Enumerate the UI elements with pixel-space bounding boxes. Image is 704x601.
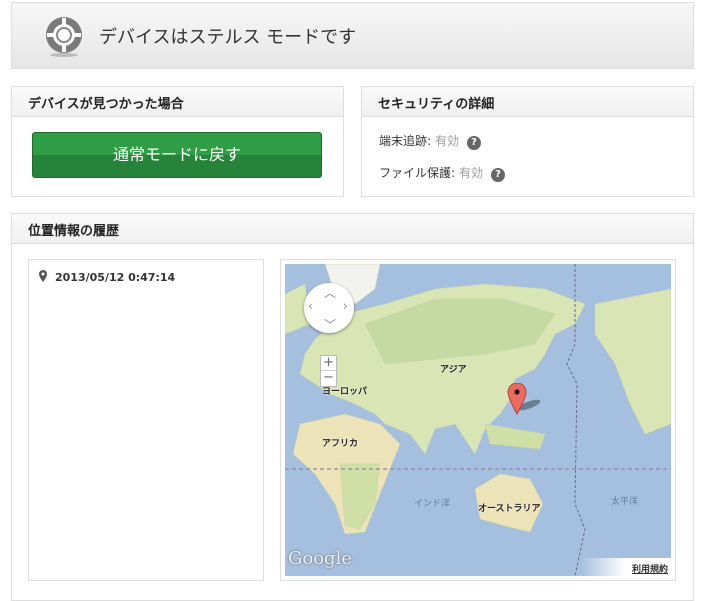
- row-label: ファイル保護:: [379, 166, 456, 180]
- pan-left-icon[interactable]: ‹: [308, 299, 313, 313]
- world-map[interactable]: アジア ヨーロッパ アフリカ インド洋 オーストラリア 太平洋 ︿ ﹀ ‹ › …: [285, 264, 671, 576]
- pan-down-icon[interactable]: ﹀: [324, 316, 336, 333]
- timestamp: 2013/05/12 0:47:14: [55, 271, 176, 284]
- list-item[interactable]: 2013/05/12 0:47:14: [39, 270, 175, 284]
- file-protection-row: ファイル保護: 有効?: [379, 164, 506, 182]
- tracking-row: 端末追跡: 有効?: [379, 132, 482, 150]
- security-details-panel: セキュリティの詳細 端末追跡: 有効? ファイル保護: 有効?: [361, 86, 694, 197]
- return-to-normal-mode-button[interactable]: 通常モードに戻す: [32, 132, 322, 178]
- zoom-control: + −: [320, 355, 337, 387]
- panel-title: デバイスが見つかった場合: [12, 87, 343, 117]
- location-history-panel: 位置情報の履歴 2013/05/12 0:47:14 アジア ヨーロッパ アフリ…: [11, 213, 694, 601]
- pan-up-icon[interactable]: ︿: [324, 284, 336, 301]
- panel-title: セキュリティの詳細: [362, 87, 693, 117]
- map-label-indian-ocean: インド洋: [414, 499, 451, 509]
- map-label-asia: アジア: [440, 365, 467, 375]
- location-history-list: 2013/05/12 0:47:14: [28, 259, 264, 581]
- map-label-africa: アフリカ: [322, 439, 359, 449]
- location-pin-icon: [39, 270, 47, 282]
- help-icon[interactable]: ?: [491, 168, 506, 182]
- terms-link[interactable]: 利用規約: [581, 558, 671, 576]
- panel-title: 位置情報の履歴: [12, 214, 693, 244]
- map-frame: アジア ヨーロッパ アフリカ インド洋 オーストラリア 太平洋 ︿ ﹀ ‹ › …: [280, 259, 676, 581]
- row-label: 端末追跡:: [379, 134, 432, 148]
- stealth-target-icon: [46, 17, 82, 57]
- status-header: デバイスはステルス モードです: [11, 2, 694, 69]
- pan-right-icon[interactable]: ›: [343, 299, 348, 313]
- row-value: 有効: [435, 134, 460, 148]
- pan-control[interactable]: ︿ ﹀ ‹ ›: [304, 283, 354, 333]
- map-label-australia: オーストラリア: [478, 504, 541, 514]
- device-found-panel: デバイスが見つかった場合 通常モードに戻す: [11, 86, 344, 197]
- page-title: デバイスはステルス モードです: [99, 27, 357, 48]
- location-marker-icon[interactable]: [507, 383, 547, 415]
- zoom-out-button[interactable]: −: [321, 371, 336, 386]
- google-logo: Google: [288, 548, 352, 569]
- zoom-in-button[interactable]: +: [321, 356, 336, 371]
- map-label-pacific: 太平洋: [611, 497, 639, 507]
- help-icon[interactable]: ?: [467, 136, 482, 150]
- row-value: 有効: [459, 166, 484, 180]
